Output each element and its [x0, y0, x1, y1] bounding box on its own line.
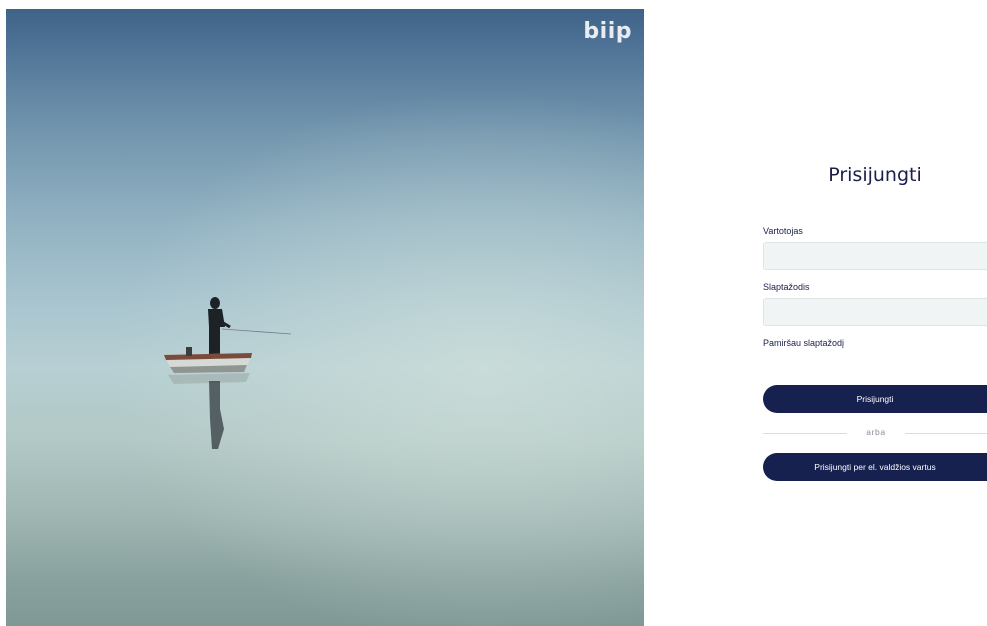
login-page: biip Prisijungti Vartotojas Slaptažodis …	[0, 0, 987, 626]
page-title: Prisijungti	[828, 164, 922, 186]
or-divider: arba	[763, 426, 987, 440]
username-input[interactable]	[763, 242, 987, 270]
gov-gateway-login-button[interactable]: Prisijungti per el. valdžios vartus	[763, 453, 987, 481]
divider-line-right	[905, 433, 987, 434]
password-input[interactable]	[763, 298, 987, 326]
divider-line-left	[763, 433, 847, 434]
hero-image-fisherman-on-lake: biip	[6, 9, 644, 626]
forgot-password-link[interactable]: Pamiršau slaptažodį	[763, 338, 844, 348]
login-button[interactable]: Prisijungti	[763, 385, 987, 413]
biip-logo: biip	[583, 19, 632, 44]
username-label: Vartotojas	[763, 226, 803, 236]
password-label: Slaptažodis	[763, 282, 810, 292]
fisherman-boat-illustration	[164, 297, 292, 449]
divider-text: arba	[866, 427, 886, 437]
